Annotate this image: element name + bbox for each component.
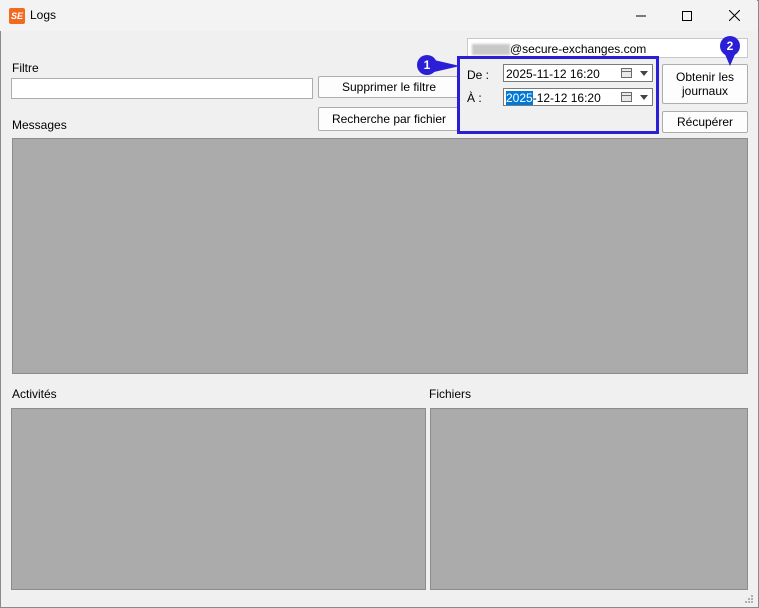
activities-label: Activités — [12, 387, 57, 401]
get-logs-button[interactable]: Obtenir les journaux — [662, 64, 748, 104]
to-date-selected-segment: 2025 — [506, 91, 533, 105]
maximize-icon — [682, 10, 692, 21]
messages-panel[interactable] — [12, 138, 748, 374]
account-email: @secure-exchanges.com — [510, 42, 647, 56]
chevron-down-icon[interactable] — [640, 71, 648, 76]
to-date-picker[interactable]: 2025-12-12 16:20 — [503, 88, 653, 106]
account-combo[interactable]: @secure-exchanges.com — [467, 38, 748, 58]
filter-input[interactable] — [11, 78, 313, 99]
calendar-icon — [621, 68, 632, 78]
to-label: À : — [467, 91, 482, 105]
from-date-picker[interactable]: 2025-11-12 16:20 — [503, 64, 653, 82]
marker-2-arrow-icon — [724, 52, 736, 66]
filter-label: Filtre — [12, 61, 39, 75]
from-date-value: 2025-11-12 16:20 — [506, 67, 600, 81]
minimize-button[interactable] — [618, 0, 664, 31]
activities-panel[interactable] — [11, 408, 426, 590]
clear-filter-button[interactable]: Supprimer le filtre — [318, 76, 460, 98]
redacted-username — [472, 44, 510, 56]
minimize-icon — [636, 15, 646, 16]
calendar-icon — [621, 92, 632, 102]
maximize-button[interactable] — [664, 0, 710, 31]
files-panel[interactable] — [430, 408, 748, 590]
retrieve-button[interactable]: Récupérer — [662, 111, 748, 133]
app-logo-icon: SE — [9, 8, 25, 24]
marker-1-arrow-icon — [434, 60, 460, 72]
search-by-file-button[interactable]: Recherche par fichier — [318, 107, 460, 131]
to-date-rest: -12-12 16:20 — [532, 91, 601, 105]
from-label: De : — [467, 68, 490, 82]
chevron-down-icon[interactable] — [640, 95, 648, 100]
title-bar: SE Logs — [0, 0, 757, 31]
window-title: Logs — [30, 8, 57, 22]
close-icon — [728, 10, 740, 21]
files-label: Fichiers — [429, 387, 472, 401]
messages-label: Messages — [12, 118, 67, 132]
close-button[interactable] — [711, 0, 757, 31]
resize-grip-icon[interactable] — [744, 594, 754, 604]
